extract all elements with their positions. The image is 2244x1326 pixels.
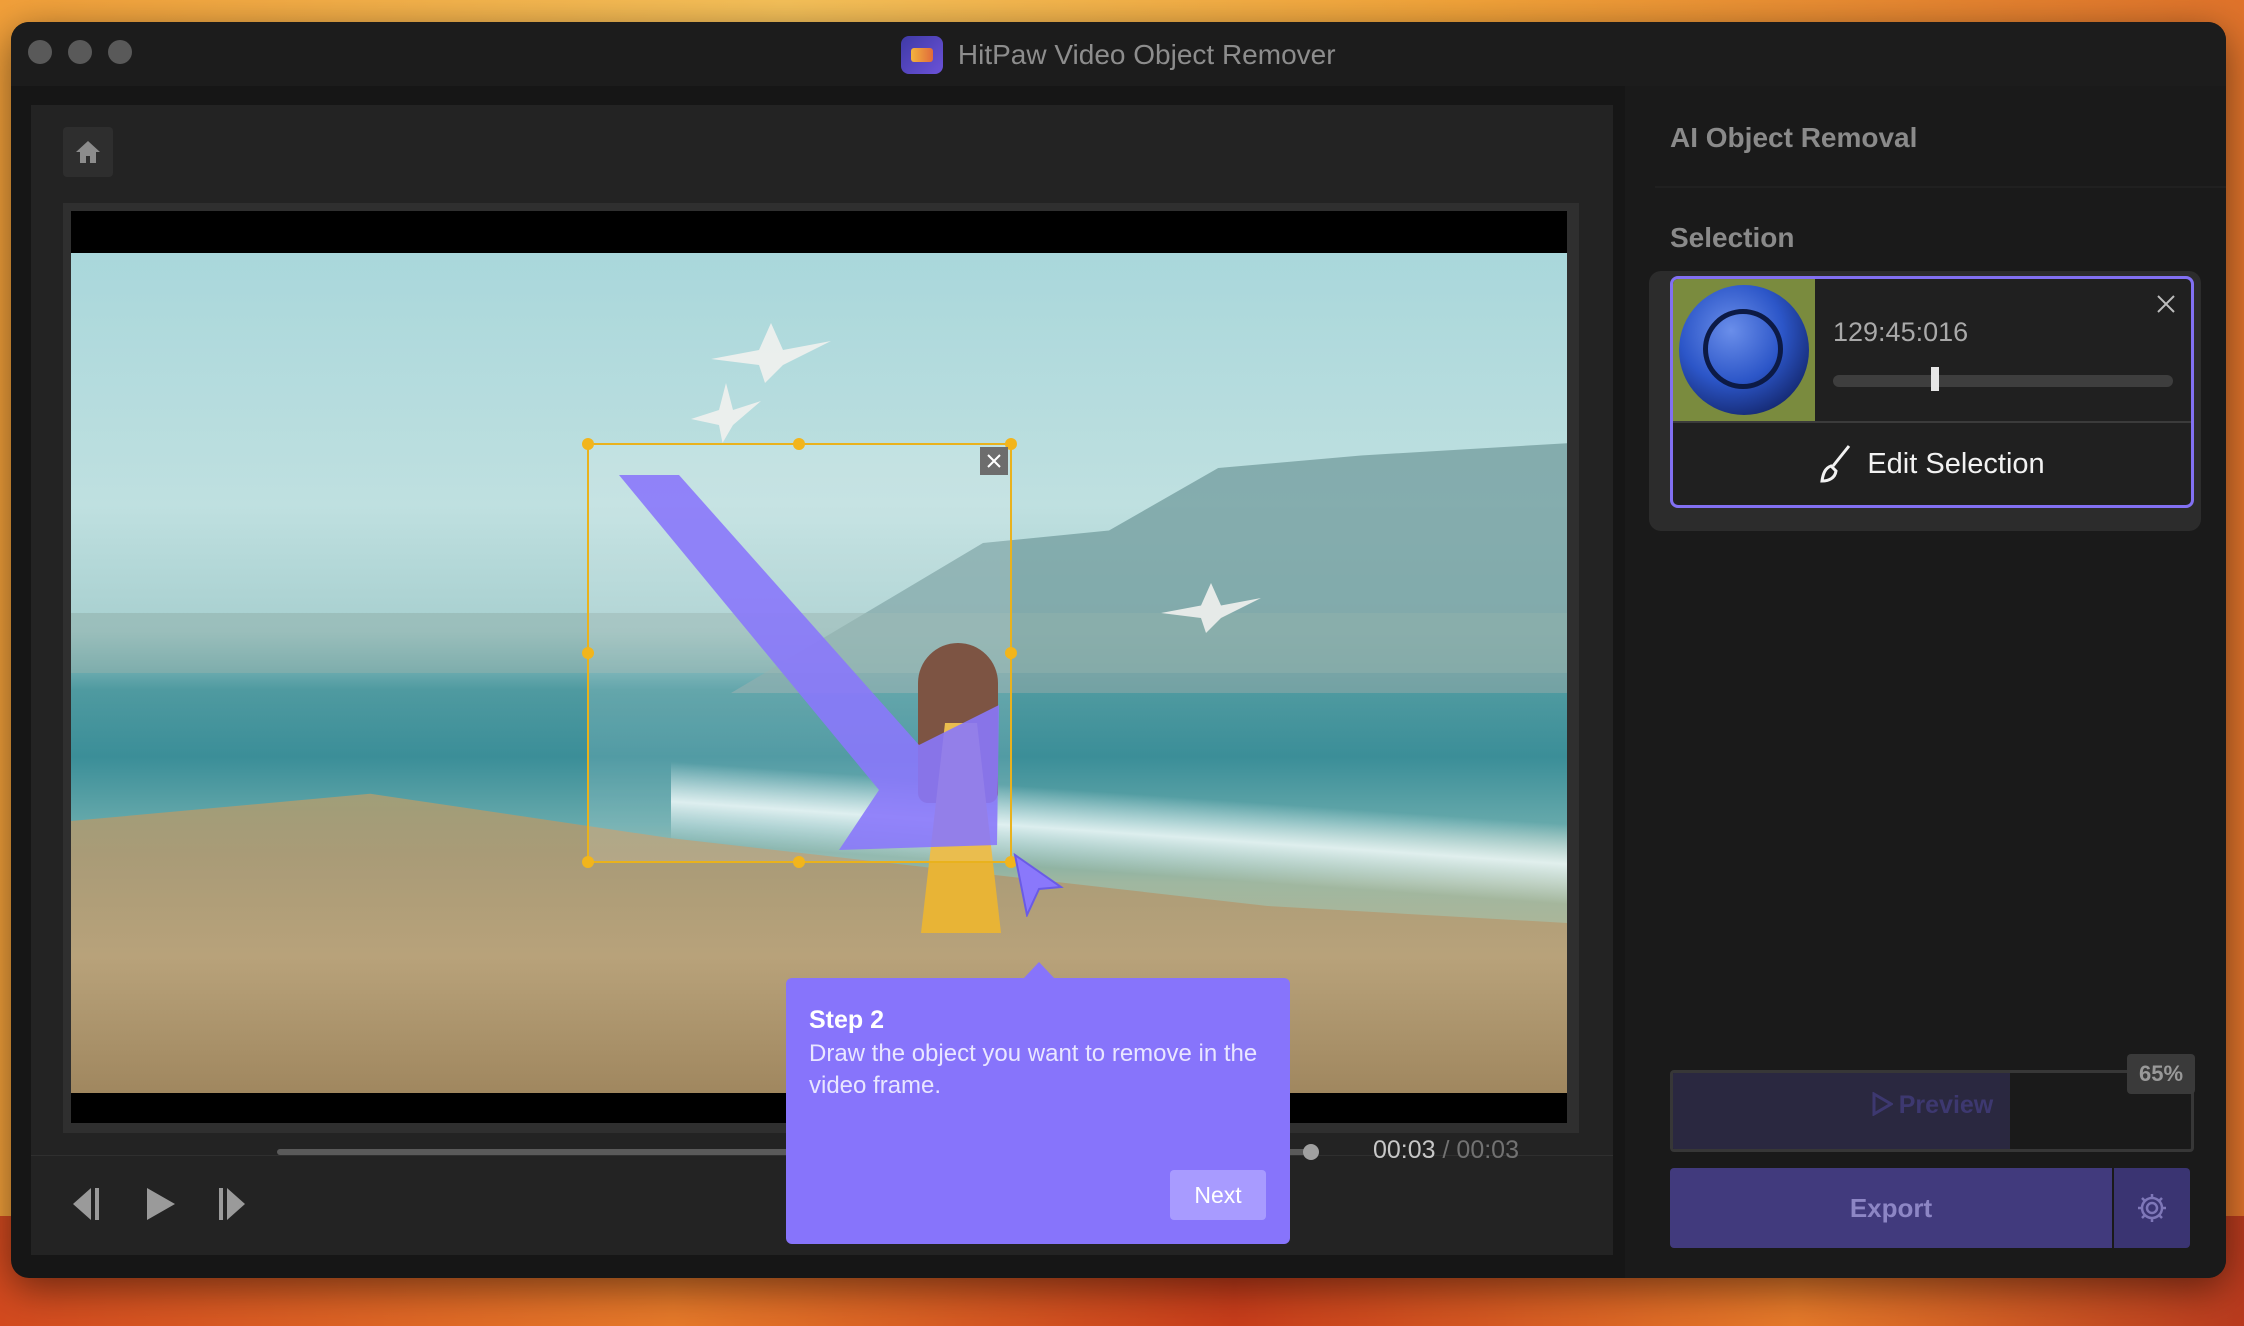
close-icon xyxy=(987,454,1001,468)
play-icon[interactable] xyxy=(143,1184,179,1224)
tooltip-title: Step 2 xyxy=(809,1006,885,1034)
seagull xyxy=(691,383,761,443)
close-icon[interactable] xyxy=(2155,293,2177,315)
arrow-icon xyxy=(619,475,999,850)
panel-divider xyxy=(1655,186,2226,188)
ball-pattern xyxy=(1703,309,1783,389)
current-time: 00:03 xyxy=(1373,1136,1436,1164)
time-separator: / xyxy=(1442,1136,1450,1164)
export-button[interactable]: Export xyxy=(1670,1168,2112,1248)
onboarding-tooltip: Step 2 Draw the object you want to remov… xyxy=(786,978,1290,1244)
window-title: HitPaw Video Object Remover xyxy=(11,36,2226,74)
timeline-knob[interactable] xyxy=(1303,1144,1319,1160)
preview-text: Preview xyxy=(1898,1091,1994,1119)
cursor-icon xyxy=(1013,853,1064,917)
preview-button[interactable]: Preview xyxy=(1670,1070,2194,1152)
seagull xyxy=(711,323,831,383)
progress-badge: 65% xyxy=(2127,1054,2195,1094)
home-icon xyxy=(76,141,100,163)
app-window: HitPaw Video Object Remover 00:03 / 00:0… xyxy=(11,22,2226,1278)
side-panel: AI Object Removal Selection 129:45:016 E… xyxy=(1625,86,2226,1278)
step-back-icon[interactable] xyxy=(69,1184,105,1224)
time-readout: 00:03 / 00:03 xyxy=(1373,1136,1519,1165)
step-forward-icon[interactable] xyxy=(213,1184,249,1224)
selection-card[interactable]: 129:45:016 Edit Selection xyxy=(1670,276,2194,508)
selection-time: 129:45:016 xyxy=(1833,317,1969,347)
selection-box[interactable] xyxy=(582,438,1017,868)
next-button[interactable]: Next xyxy=(1170,1170,1266,1220)
tooltip-body: Draw the object you want to remove in th… xyxy=(809,1040,1258,1099)
panel-title: AI Object Removal xyxy=(1670,122,1918,153)
selection-knob[interactable] xyxy=(1931,367,1939,391)
window-title-text: HitPaw Video Object Remover xyxy=(957,39,1336,70)
total-duration: 00:03 xyxy=(1456,1136,1519,1164)
section-label: Selection xyxy=(1670,222,1795,253)
title-bar: HitPaw Video Object Remover xyxy=(11,22,2226,86)
video-frame-image xyxy=(71,253,1567,1093)
edit-selection-label: Edit Selection xyxy=(1867,447,2045,480)
gear-icon xyxy=(2138,1194,2166,1222)
tooltip-pointer xyxy=(1023,962,1055,979)
export-settings-button[interactable] xyxy=(2114,1168,2190,1248)
play-icon xyxy=(1872,1091,1894,1117)
preview-label: Preview xyxy=(1673,1091,2191,1120)
selection-thumbnail xyxy=(1673,279,1815,421)
home-button[interactable] xyxy=(63,127,113,177)
app-icon xyxy=(901,36,944,74)
brush-icon xyxy=(1820,445,1851,483)
edit-selection-button[interactable]: Edit Selection xyxy=(1673,423,2191,505)
selection-track[interactable] xyxy=(1833,375,2173,387)
remove-selection-button[interactable] xyxy=(980,447,1008,475)
